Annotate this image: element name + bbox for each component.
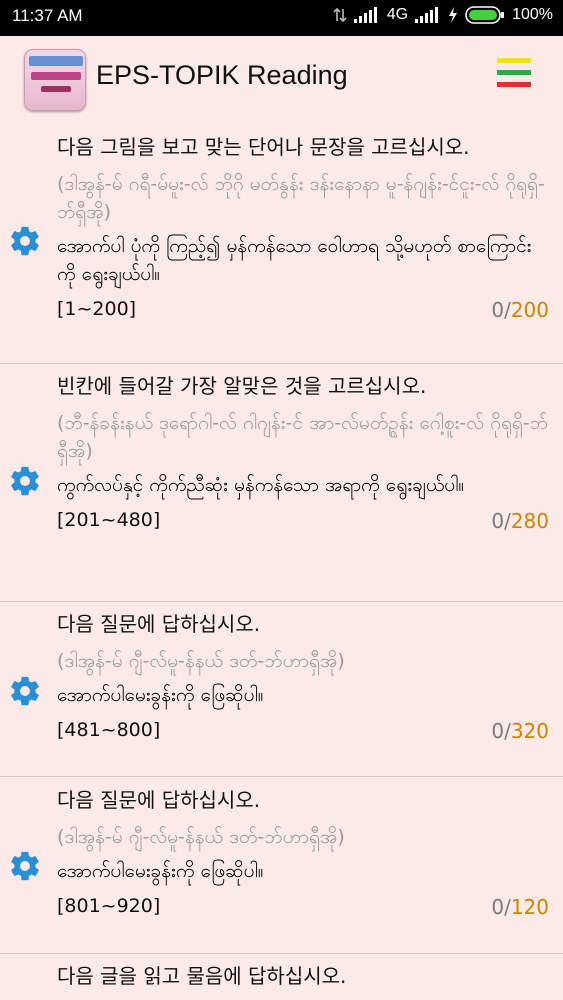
question-range: [201~480] xyxy=(57,509,161,531)
burmese-instruction: အောက်ပါမေးခွန်းကို ဖြေဆိုပါ။ xyxy=(57,860,264,882)
network-type-label: 4G xyxy=(386,6,409,23)
question-range: [481~800] xyxy=(57,719,161,741)
list-item[interactable]: 빈칸에 들어갈 가장 알맞은 것을 고르십시오. (ဘီ-န်ခန်းနယ် ဒ… xyxy=(0,364,563,602)
pronunciation-text: (ဒါအွန်-မ် ဂရီ-မ်မူး-လ် ဘိုဂို မတ်နွန်း … xyxy=(57,173,545,223)
charging-icon xyxy=(449,7,458,23)
menu-icon[interactable] xyxy=(497,58,531,92)
signal-icon xyxy=(353,7,377,23)
pronunciation-text: (ဘီ-န်ခန်းနယ် ဒုရော်ဂါ-လ် ဂါဂျန်း-င် အာ-… xyxy=(57,412,548,462)
battery-icon xyxy=(465,6,505,24)
battery-level: 100% xyxy=(512,6,553,23)
app-title: EPS-TOPIK Reading xyxy=(96,60,348,90)
korean-instruction: 다음 그림을 보고 맞는 단어나 문장을 고르십시오. xyxy=(57,135,470,159)
progress-count: 0/320 xyxy=(491,719,549,743)
status-time: 11:37 AM xyxy=(12,6,83,25)
status-icons: 4G 100% xyxy=(333,6,553,24)
gear-icon xyxy=(11,226,39,256)
question-range: [801~920] xyxy=(57,895,161,917)
burmese-instruction: အောက်ပါ ပုံကို ကြည့်၍ မှန်ကန်သော ဝေါဟာရ … xyxy=(57,235,532,285)
list-item[interactable]: 다음 질문에 답하십시오. (ဒါအွန်-မ် ဂျီ-လ်မူ-န်နယ် … xyxy=(0,602,563,777)
progress-count: 0/200 xyxy=(491,298,549,322)
list-item[interactable]: 다음 그림을 보고 맞는 단어나 문장을 고르십시오. (ဒါအွန်-မ် ဂ… xyxy=(0,124,563,364)
section-list: 다음 그림을 보고 맞는 단어나 문장을 고르십시오. (ဒါအွန်-မ် ဂ… xyxy=(0,124,563,1000)
status-bar: 11:37 AM 4G 100% xyxy=(0,0,563,36)
progress-count: 0/120 xyxy=(491,895,549,919)
pronunciation-text: (ဒါအွန်-မ် ဂျီ-လ်မူ-န်နယ် ဒတ်-ဘ်ဟာရှီအို… xyxy=(57,826,345,848)
gear-icon xyxy=(11,676,39,706)
gear-icon xyxy=(11,851,39,881)
question-range: [1~200] xyxy=(57,298,137,320)
pronunciation-text: (ဒါအွန်-မ် ဂျီ-လ်မူ-န်နယ် ဒတ်-ဘ်ဟာရှီအို… xyxy=(57,650,345,672)
korean-instruction: 다음 질문에 답하십시오. xyxy=(57,788,261,812)
burmese-instruction: အောက်ပါမေးခွန်းကို ဖြေဆိုပါ။ xyxy=(57,684,264,706)
signal-icon xyxy=(415,7,439,23)
korean-instruction: 빈칸에 들어갈 가장 알맞은 것을 고르십시오. xyxy=(57,374,427,398)
korean-instruction: 다음 질문에 답하십시오. xyxy=(57,612,261,636)
app-logo xyxy=(24,49,86,111)
gear-icon xyxy=(11,466,39,496)
burmese-instruction: ကွက်လပ်နှင့် ကိုက်ညီဆုံး မှန်ကန်သော အရာက… xyxy=(57,474,465,496)
data-transfer-icon xyxy=(333,7,347,23)
progress-count: 0/280 xyxy=(491,509,549,533)
list-item[interactable]: 다음 질문에 답하십시오. (ဒါအွန်-မ် ဂျီ-လ်မူ-န်နယ် … xyxy=(0,777,563,954)
korean-instruction: 다음 글을 읽고 물음에 답하십시오. xyxy=(57,964,347,988)
app-bar: EPS-TOPIK Reading xyxy=(0,36,563,124)
list-item[interactable]: 다음 글을 읽고 물음에 답하십시오. xyxy=(0,954,563,1000)
